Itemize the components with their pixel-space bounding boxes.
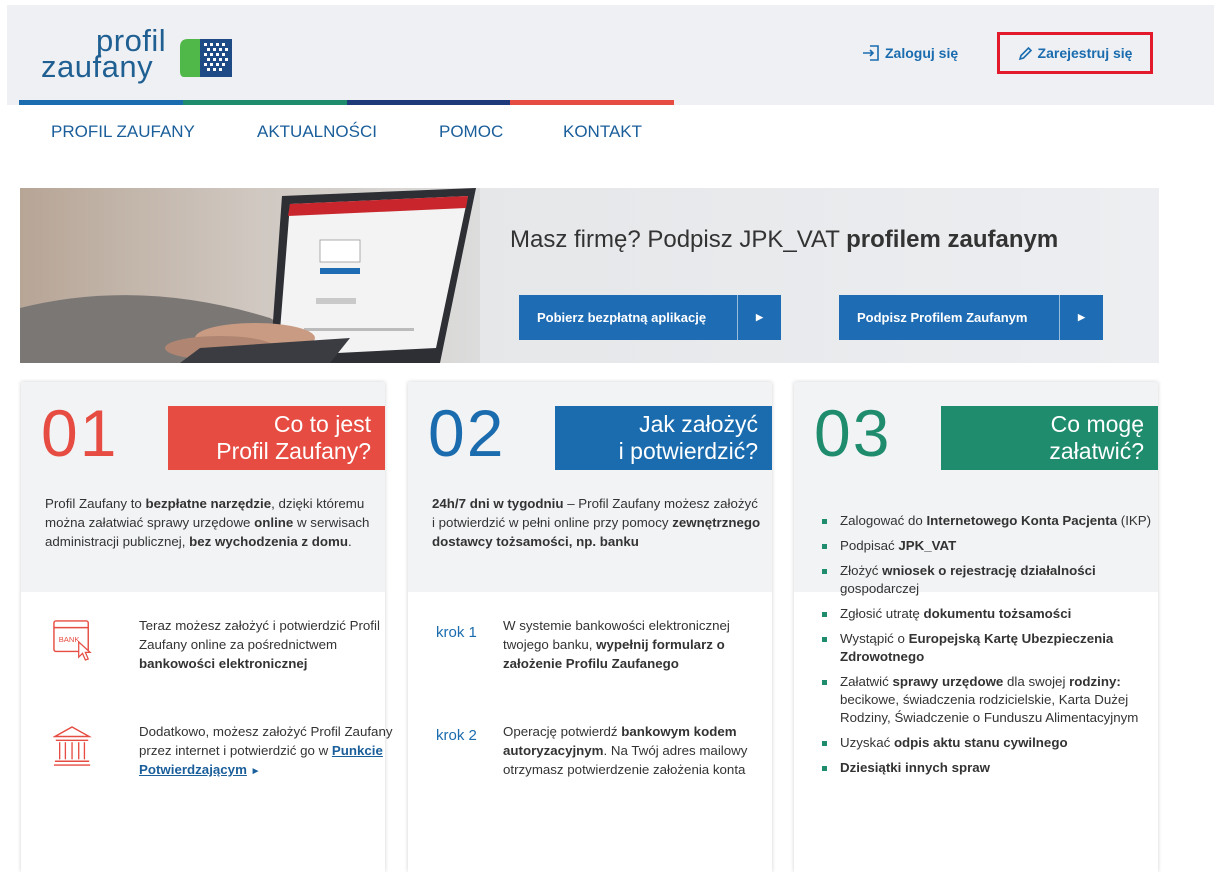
intro-text: Profil Zaufany to [45, 496, 146, 511]
login-label: Zaloguj się [885, 45, 959, 61]
color-stripes [19, 100, 674, 105]
hero-banner: Masz firmę? Podpisz JPK_VAT profilem zau… [20, 188, 1159, 363]
logo-mark-icon [180, 39, 232, 77]
list-item-plain: becikowe, świadczenia rodzicielskie, Kar… [840, 692, 1139, 725]
profil-zaufany-logo[interactable]: profil zaufany [41, 25, 241, 91]
card-number: 01 [41, 396, 119, 470]
stripe-teal [182, 100, 347, 105]
sign-profile-label: Podpisz Profilem Zaufanym [857, 310, 1028, 325]
card-how-to: 02 Jak założyć i potwierdzić? 24h/7 dni … [408, 382, 772, 872]
intro-bold: online [254, 515, 294, 530]
intro-bold: bez wychodzenia z domu [189, 534, 348, 549]
card-number: 02 [428, 396, 506, 470]
play-arrow-icon: ▶ [737, 295, 781, 340]
card-what-is: 01 Co to jest Profil Zaufany? Profil Zau… [21, 382, 393, 872]
card-tag-line2: Profil Zaufany? [216, 438, 371, 464]
institution-building-icon [53, 726, 92, 766]
step1-label: krok 1 [436, 624, 477, 641]
hero-title: Masz firmę? Podpisz JPK_VAT profilem zau… [510, 226, 1058, 254]
stripe-blue [19, 100, 183, 105]
card-number: 03 [814, 396, 892, 470]
step1-text: W systemie bankowości elektronicznej two… [503, 616, 753, 673]
list-item-bold: wniosek o rejestrację działalności [882, 563, 1096, 578]
card-header: 02 Jak założyć i potwierdzić? 24h/7 dni … [408, 382, 772, 592]
sign-profile-button[interactable]: Podpisz Profilem Zaufanym ▶ [839, 295, 1103, 340]
list-item-plain: dla swojej [1003, 674, 1070, 689]
list-item-bold: odpis aktu stanu cywilnego [893, 735, 1068, 750]
bank-window-icon: BANK [53, 620, 92, 661]
header-bar: profil zaufany Zaloguj się Zarejestruj s… [7, 5, 1214, 105]
list-item: Uzyskać odpis aktu stanu cywilnego [822, 734, 1152, 752]
download-app-label: Pobierz bezpłatną aplikację [537, 310, 707, 325]
card-tag: Jak założyć i potwierdzić? [555, 406, 772, 470]
step2-text: Operację potwierdź bankowym kodem autory… [503, 722, 753, 779]
list-item: Zgłosić utratę dokumentu tożsamości [822, 605, 1152, 623]
confirmation-point-text: Dodatkowo, możesz założyć Profil Zaufany… [139, 722, 399, 781]
list-item-plain: Uzyskać [840, 735, 894, 750]
list-item: Podpisać JPK_VAT [822, 537, 1152, 555]
arrow-right-icon: ► [250, 766, 261, 777]
intro-text: . [347, 534, 352, 549]
play-arrow-icon: ▶ [1059, 295, 1103, 340]
services-list: Zalogować do Internetowego Konta Pacjent… [822, 512, 1152, 784]
list-item-plain: Podpisać [840, 538, 899, 553]
register-link[interactable]: Zarejestruj się [997, 32, 1153, 74]
nav-profil-zaufany[interactable]: PROFIL ZAUFANY [51, 122, 195, 142]
list-item-bold: JPK_VAT [898, 538, 957, 553]
card-tag-line2: i potwierdzić? [618, 438, 758, 464]
list-item-plain: Złożyć [840, 563, 883, 578]
list-item-plain: gospodarczej [840, 581, 920, 596]
intro-bold: 24h/7 dni w tygodniu [432, 496, 564, 511]
logo-text-zaufany: zaufany [41, 49, 154, 84]
bank-info-text: Teraz możesz założyć i potwierdzić Profi… [139, 616, 399, 673]
bank-info-plain: Teraz możesz założyć i potwierdzić Profi… [139, 618, 380, 652]
hero-title-bold: profilem zaufanym [846, 226, 1059, 253]
card-tag-line1: Co mogę [1050, 411, 1144, 437]
step2-label: krok 2 [436, 727, 477, 744]
card-tag: Co to jest Profil Zaufany? [168, 406, 385, 470]
card-what-can: 03 Co mogę załatwić? Zalogować do Intern… [794, 382, 1158, 872]
card-intro: Profil Zaufany to bezpłatne narzędzie, d… [45, 494, 375, 551]
list-item-bold: Internetowego Konta Pacjenta [926, 513, 1118, 528]
nav-aktualnosci[interactable]: AKTUALNOŚCI [257, 122, 377, 142]
bank-info-bold: bankowości elektronicznej [139, 656, 308, 671]
login-icon [863, 45, 879, 61]
list-item: Dziesiątki innych spraw [822, 759, 1152, 777]
list-item-bold: sprawy urzędowe [892, 674, 1004, 689]
list-item-plain: Zalogować do [840, 513, 927, 528]
list-item-plain: Zgłosić utratę [840, 606, 924, 621]
list-item-plain: Załatwić [840, 674, 893, 689]
intro-bold: bezpłatne narzędzie [145, 496, 272, 511]
nav-kontakt[interactable]: KONTAKT [563, 122, 642, 142]
card-tag-line1: Co to jest [273, 411, 371, 437]
laptop-photo [20, 188, 480, 363]
pencil-icon [1018, 46, 1032, 60]
nav-pomoc[interactable]: POMOC [439, 122, 503, 142]
card-tag-line2: załatwić? [1049, 438, 1144, 464]
list-item: Zalogować do Internetowego Konta Pacjent… [822, 512, 1152, 530]
bank-badge: BANK [59, 635, 80, 644]
step2-plain: Operację potwierdź [503, 724, 622, 739]
register-label: Zarejestruj się [1037, 45, 1133, 61]
stripe-red [510, 100, 674, 105]
list-item-bold: rodziny: [1069, 674, 1121, 689]
card-header: 01 Co to jest Profil Zaufany? Profil Zau… [21, 382, 385, 592]
list-item-bold: Dziesiątki innych spraw [840, 760, 991, 775]
card-tag: Co mogę załatwić? [941, 406, 1158, 470]
list-item: Złożyć wniosek o rejestrację działalnośc… [822, 562, 1152, 598]
card-intro: 24h/7 dni w tygodniu – Profil Zaufany mo… [432, 494, 762, 551]
download-app-button[interactable]: Pobierz bezpłatną aplikację ▶ [519, 295, 781, 340]
list-item: Wystąpić o Europejską Kartę Ubezpieczeni… [822, 630, 1152, 666]
login-link[interactable]: Zaloguj się [862, 45, 958, 61]
hero-title-plain: Masz firmę? Podpisz JPK_VAT [510, 226, 847, 253]
list-item-bold: dokumentu tożsamości [923, 606, 1072, 621]
stripe-navy [346, 100, 511, 105]
card-tag-line1: Jak założyć [639, 411, 758, 437]
list-item: Załatwić sprawy urzędowe dla swojej rodz… [822, 673, 1152, 727]
list-item-plain: Wystąpić o [840, 631, 909, 646]
list-item-plain: (IKP) [1117, 513, 1152, 528]
